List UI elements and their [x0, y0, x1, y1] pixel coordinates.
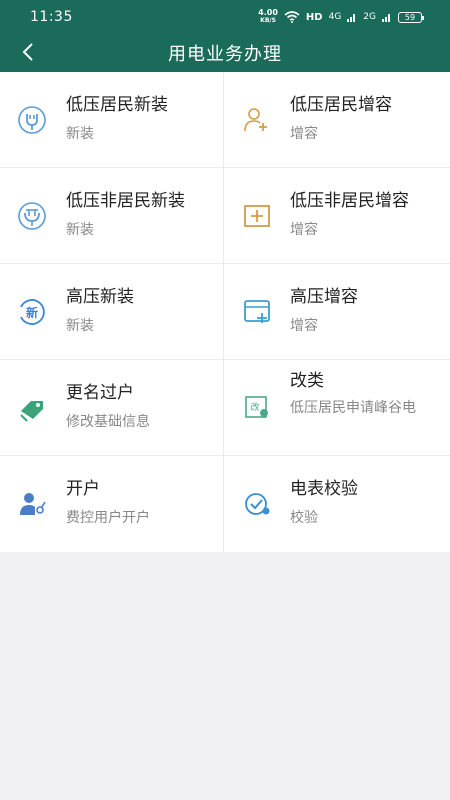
service-subtitle: 增容 [290, 222, 318, 238]
service-change-type[interactable]: 改 改类 低压居民申请峰谷电 [224, 360, 450, 456]
plug-circle-icon [16, 200, 48, 232]
service-name: 高压新装 [66, 287, 134, 307]
page-title: 用电业务办理 [168, 44, 282, 65]
change-type-icon: 改 [241, 392, 273, 424]
service-high-voltage-capacity[interactable]: 高压增容 增容 [224, 264, 450, 360]
status-time: 11:35 [30, 9, 73, 25]
service-subtitle: 修改基础信息 [66, 414, 150, 430]
user-key-icon [16, 488, 48, 520]
service-subtitle: 校验 [290, 510, 318, 526]
service-name: 改类 [290, 371, 324, 391]
chevron-left-icon [22, 43, 33, 61]
service-name: 低压非居民新装 [66, 191, 185, 211]
status-bar: 11:35 4.00 KB/S HD 4G 2G 59 [0, 0, 450, 34]
window-plus-icon [241, 296, 273, 328]
service-subtitle: 增容 [290, 318, 318, 334]
wifi-icon [284, 11, 300, 23]
signal-4g: 4G [328, 12, 342, 22]
service-rename-transfer[interactable]: 更名过户 修改基础信息 [0, 360, 224, 456]
tag-icon [16, 392, 48, 424]
service-name: 低压居民增容 [290, 95, 392, 115]
service-low-voltage-residential-capacity[interactable]: 低压居民增容 增容 [224, 72, 450, 168]
signal-2g: 2G [363, 12, 376, 22]
service-name: 低压非居民增容 [290, 191, 409, 211]
meter-check-icon [241, 488, 273, 520]
service-subtitle: 新装 [66, 222, 94, 238]
service-meter-check[interactable]: 电表校验 校验 [224, 456, 450, 552]
back-button[interactable] [14, 38, 42, 66]
service-subtitle: 新装 [66, 126, 94, 142]
signal-bars-icon [382, 14, 390, 22]
service-subtitle: 费控用户开户 [66, 510, 150, 526]
new-badge-icon: 新 [16, 296, 48, 328]
add-user-icon [241, 104, 273, 136]
service-low-voltage-residential-new[interactable]: 低压居民新装 新装 [0, 72, 224, 168]
hd-indicator: HD [305, 11, 323, 23]
svg-text:新: 新 [26, 305, 38, 320]
app-bar: 用电业务办理 [0, 34, 450, 72]
status-icons: 4.00 KB/S HD 4G 2G 59 [258, 8, 424, 25]
service-name: 电表校验 [290, 479, 358, 499]
service-low-voltage-nonresidential-new[interactable]: 低压非居民新装 新装 [0, 168, 224, 264]
service-low-voltage-nonresidential-capacity[interactable]: 低压非居民增容 增容 [224, 168, 450, 264]
service-grid: 低压居民新装 新装 低压居民增容 增容 低压非居民新装 新装 低压非居民增容 增… [0, 72, 450, 552]
service-high-voltage-new[interactable]: 新 高压新装 新装 [0, 264, 224, 360]
service-name: 更名过户 [66, 383, 134, 403]
plug-icon [16, 104, 48, 136]
signal-bars-icon [347, 14, 356, 22]
service-name: 低压居民新装 [66, 95, 168, 115]
service-subtitle: 新装 [66, 318, 94, 334]
service-open-account[interactable]: 开户 费控用户开户 [0, 456, 224, 552]
plus-square-icon [241, 200, 273, 232]
network-speed: 4.00 KB/S [258, 8, 278, 25]
service-subtitle: 低压居民申请峰谷电 [290, 400, 416, 416]
battery-icon: 59 [398, 11, 424, 23]
service-subtitle: 增容 [290, 126, 318, 142]
svg-text:改: 改 [250, 401, 259, 413]
service-name: 高压增容 [290, 287, 358, 307]
service-name: 开户 [66, 479, 100, 499]
